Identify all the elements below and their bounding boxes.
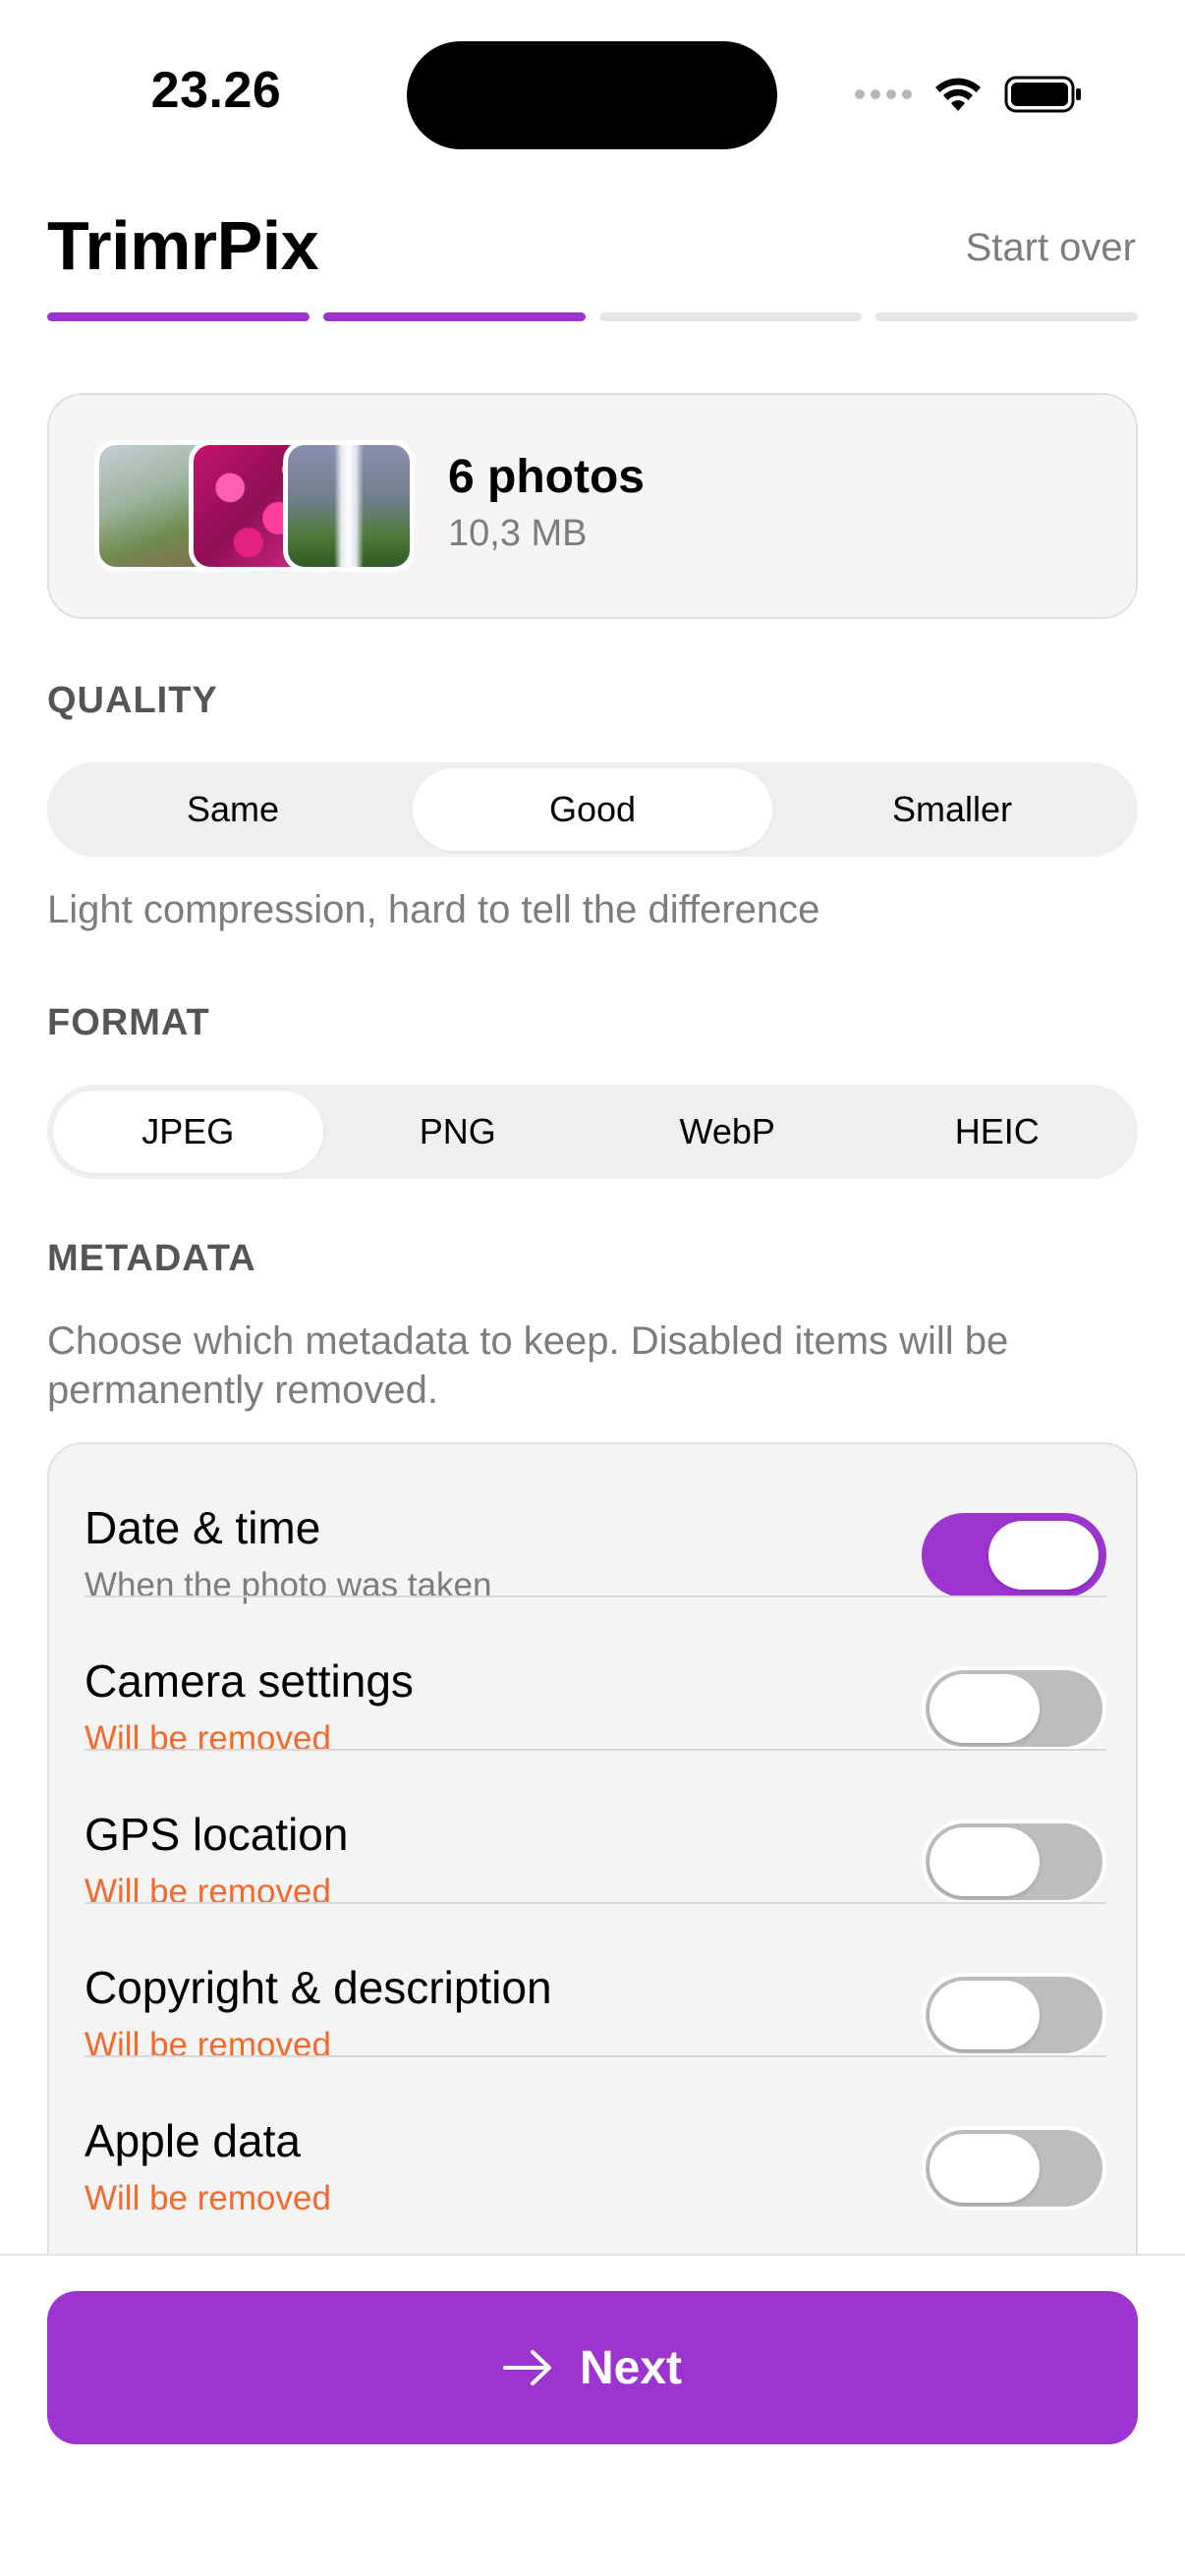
photo-count: 6 photos <box>448 451 645 503</box>
status-bar: 23.26 <box>0 0 1185 187</box>
format-option-webp[interactable]: WebP <box>592 1091 863 1173</box>
gps-location-toggle[interactable] <box>922 1820 1106 1904</box>
status-icons <box>855 71 1083 118</box>
quality-option-smaller[interactable]: Smaller <box>772 768 1132 851</box>
metadata-list: Date & time When the photo was taken Cam… <box>47 1442 1138 2287</box>
metadata-row-title: GPS location <box>85 1809 349 1860</box>
metadata-hint: Choose which metadata to keep. Disabled … <box>47 1319 1009 1412</box>
format-option-jpeg[interactable]: JPEG <box>53 1091 323 1173</box>
progress-step-1 <box>47 312 310 321</box>
selected-photos-card[interactable]: 6 photos 10,3 MB <box>47 393 1138 619</box>
progress-step-4 <box>875 312 1138 321</box>
progress-steps <box>47 312 1138 321</box>
metadata-row-copyright-description[interactable]: Copyright & description Will be removed <box>85 1904 1106 2064</box>
photo-total-size: 10,3 MB <box>448 513 588 554</box>
format-segmented-control: JPEG PNG WebP HEIC <box>47 1085 1138 1179</box>
quality-option-same[interactable]: Same <box>53 768 413 851</box>
metadata-row-title: Copyright & description <box>85 1962 552 2013</box>
metadata-row-apple-data[interactable]: Apple data Will be removed <box>85 2057 1106 2217</box>
metadata-row-date-time[interactable]: Date & time When the photo was taken <box>85 1444 1106 1604</box>
quality-option-good[interactable]: Good <box>413 768 772 851</box>
metadata-row-subtitle: Will be removed <box>85 2179 331 2217</box>
arrow-right-icon <box>502 2350 551 2385</box>
date-time-toggle[interactable] <box>922 1513 1106 1597</box>
quality-segmented-control: Same Good Smaller <box>47 762 1138 857</box>
metadata-row-title: Camera settings <box>85 1655 414 1707</box>
metadata-row-gps-location[interactable]: GPS location Will be removed <box>85 1751 1106 1911</box>
format-option-png[interactable]: PNG <box>323 1091 593 1173</box>
app-title: TrimrPix <box>47 207 319 284</box>
metadata-row-title: Apple data <box>85 2115 301 2166</box>
next-button[interactable]: Next <box>47 2291 1138 2444</box>
apple-data-toggle[interactable] <box>922 2126 1106 2211</box>
format-section-label: FORMAT <box>47 1002 210 1043</box>
format-option-heic[interactable]: HEIC <box>863 1091 1133 1173</box>
photo-thumbnail-stack <box>94 440 419 572</box>
dynamic-island <box>407 41 777 149</box>
cellular-signal-icon <box>855 89 912 99</box>
photo-thumbnail <box>283 440 415 572</box>
metadata-row-camera-settings[interactable]: Camera settings Will be removed <box>85 1597 1106 1758</box>
progress-step-2 <box>323 312 586 321</box>
copyright-description-toggle[interactable] <box>922 1973 1106 2057</box>
camera-settings-toggle[interactable] <box>922 1666 1106 1751</box>
bottom-action-bar: Next <box>0 2254 1185 2576</box>
status-time: 23.26 <box>150 62 282 119</box>
battery-icon <box>1004 76 1081 113</box>
quality-hint: Light compression, hard to tell the diff… <box>47 888 820 931</box>
next-button-label: Next <box>579 2341 683 2394</box>
metadata-section-label: METADATA <box>47 1238 256 1279</box>
progress-step-3 <box>599 312 862 321</box>
quality-section-label: QUALITY <box>47 680 218 721</box>
wifi-icon <box>935 78 981 111</box>
start-over-button[interactable]: Start over <box>966 226 1136 270</box>
metadata-row-title: Date & time <box>85 1502 321 1553</box>
